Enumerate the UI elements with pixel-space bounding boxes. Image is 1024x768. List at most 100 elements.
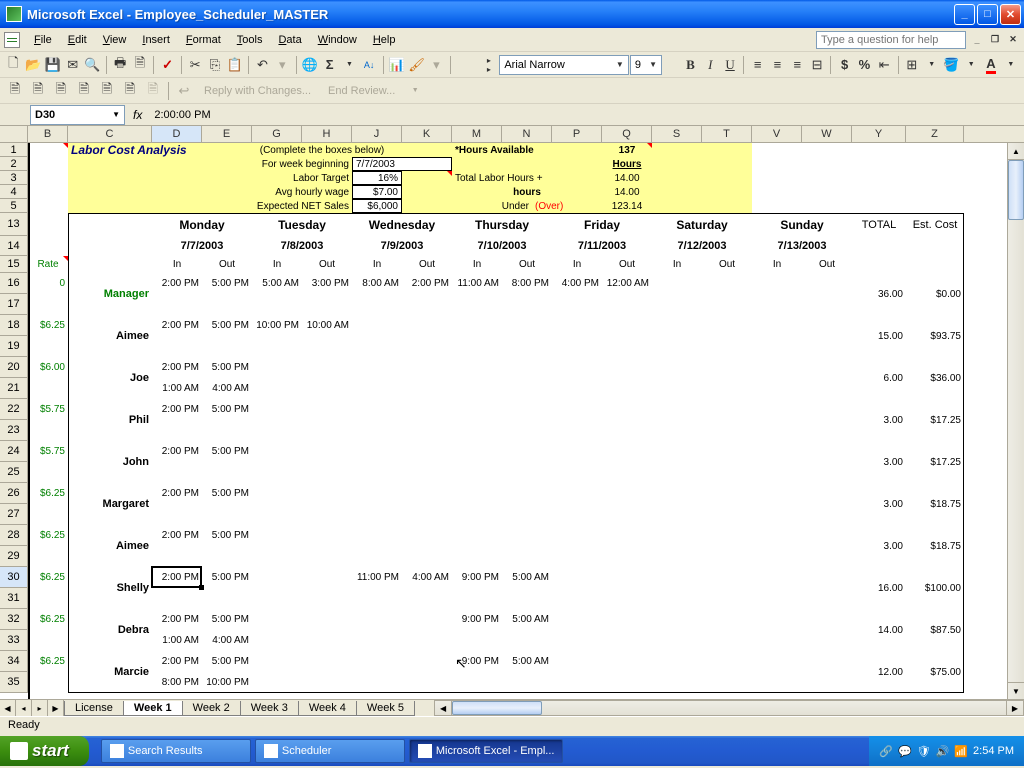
tray-icon[interactable]: 🛡 [917,745,931,758]
scroll-thumb[interactable] [1008,160,1024,220]
day-header[interactable]: Friday [552,213,652,236]
start-button[interactable]: start [0,736,89,766]
clock[interactable]: 2:54 PM [973,745,1014,757]
total-labor-label[interactable]: Total Labor Hours + [452,171,572,185]
total-header[interactable]: TOTAL [852,213,906,236]
rate-cell[interactable]: $6.25 [28,651,68,672]
borders-icon[interactable]: ⊞ [902,54,921,76]
col-header-G[interactable]: G [252,126,302,142]
scroll-up-icon[interactable]: ▲ [1008,143,1024,160]
scroll-down-icon[interactable]: ▼ [1008,682,1024,699]
menu-edit[interactable]: Edit [60,31,95,49]
rate-cell[interactable]: $6.25 [28,483,68,504]
col-header-D[interactable]: D [152,126,202,142]
search-icon[interactable]: 🔍 [83,54,102,76]
tab-next-icon[interactable]: ▸ [32,700,48,716]
col-header-Q[interactable]: Q [602,126,652,142]
in-header[interactable]: In [552,256,602,273]
cost-cell[interactable]: $0.00 [906,273,964,315]
cost-cell[interactable]: $36.00 [906,357,964,399]
cut-icon[interactable]: ✂ [186,54,205,76]
total-labor-value[interactable]: 14.00 [602,171,652,185]
cost-cell[interactable]: $93.75 [906,315,964,357]
help-search-input[interactable] [816,31,966,49]
row-header-5[interactable]: 5 [0,199,28,213]
review-icon-5[interactable]: 🗎 [96,80,118,102]
analysis-label[interactable]: Avg hourly wage [68,185,352,199]
rate-header[interactable]: Rate [28,256,68,273]
employee-name[interactable]: Shelly [68,567,152,609]
menu-view[interactable]: View [95,31,135,49]
analysis-title[interactable]: Labor Cost Analysis [68,143,248,157]
out-header[interactable]: Out [202,256,252,273]
chart-wizard-icon[interactable]: 📊 [387,54,406,76]
rate-cell[interactable]: $6.25 [28,609,68,630]
taskbar-button[interactable]: Microsoft Excel - Empl... [409,739,564,763]
shift-in[interactable]: 4:00 PM [552,273,602,294]
hyperlink-icon[interactable]: 🌐 [300,54,319,76]
borders-dropdown-icon[interactable]: ▼ [922,54,941,76]
shift-in[interactable]: 9:00 PM [452,651,502,672]
rate-cell[interactable]: $6.25 [28,567,68,588]
total-cell[interactable]: 6.00 [852,357,906,399]
underline-icon[interactable]: U [721,54,740,76]
row-header-3[interactable]: 3 [0,171,28,185]
maximize-button[interactable]: □ [977,4,998,25]
bold-icon[interactable]: B [681,54,700,76]
employee-name[interactable]: Aimee [68,315,152,357]
col-header-Y[interactable]: Y [852,126,906,142]
review-icon-2[interactable]: 🗎 [27,80,49,102]
cost-header[interactable]: Est. Cost [906,213,964,236]
shift-out[interactable]: 5:00 PM [202,525,252,546]
shift-in[interactable]: 2:00 PM [152,273,202,294]
day-header[interactable]: Monday [152,213,252,236]
employee-name[interactable]: Margaret [68,483,152,525]
tab-last-icon[interactable]: ▶ [48,700,64,716]
fill-dropdown-icon[interactable]: ▼ [962,54,981,76]
rate-cell[interactable]: $6.25 [28,525,68,546]
shift-out[interactable]: 5:00 AM [502,567,552,588]
analysis-value[interactable]: $6,000 [352,199,402,213]
total-cell[interactable]: 3.00 [852,525,906,567]
shift-in[interactable]: 5:00 AM [252,273,302,294]
scroll-left-icon[interactable]: ◀ [435,701,452,715]
analysis-label[interactable]: Expected NET Sales [68,199,352,213]
shift-out[interactable]: 10:00 AM [302,315,352,336]
tray-icon[interactable]: 🔗 [879,745,893,758]
menu-help[interactable]: Help [365,31,404,49]
sheet-tab-license[interactable]: License [64,701,124,716]
menu-tools[interactable]: Tools [229,31,271,49]
out-header[interactable]: Out [402,256,452,273]
total-cell[interactable]: 3.00 [852,441,906,483]
shift-out[interactable]: 5:00 PM [202,441,252,462]
fill-color-icon[interactable]: 🪣 [942,54,961,76]
font-color-icon[interactable]: A [982,54,1001,76]
sheet-tab-week-3[interactable]: Week 3 [240,701,299,716]
analysis-label[interactable]: Labor Target [68,171,352,185]
spreadsheet-grid[interactable]: BCDEGHJKMNPQSTVWYZ 123451314151617181920… [0,126,1024,716]
tray-icon[interactable]: 💬 [898,745,912,758]
row-header-34[interactable]: 34 [0,651,28,672]
scroll-thumb[interactable] [452,701,542,715]
col-header-M[interactable]: M [452,126,502,142]
font-size-selector[interactable]: 9 ▼ [630,55,662,75]
shift-in[interactable]: 10:00 PM [252,315,302,336]
shift-out[interactable]: 5:00 PM [202,315,252,336]
menu-file[interactable]: File [26,31,60,49]
hours-label[interactable]: Hours [602,157,652,171]
total-cell[interactable]: 12.00 [852,651,906,693]
open-icon[interactable]: 📂 [24,54,43,76]
menu-window[interactable]: Window [310,31,365,49]
row-header-35[interactable]: 35 [0,672,28,693]
col-header-E[interactable]: E [202,126,252,142]
col-header-W[interactable]: W [802,126,852,142]
day-header[interactable]: Saturday [652,213,752,236]
merge-center-icon[interactable]: ⊟ [808,54,827,76]
save-icon[interactable]: 💾 [44,54,63,76]
toolbar-options-icon[interactable]: ▸▸ [480,54,499,76]
currency-icon[interactable]: $ [835,54,854,76]
row-header-33[interactable]: 33 [0,630,28,651]
shift-out[interactable]: 5:00 AM [502,609,552,630]
day-date[interactable]: 7/8/2003 [252,236,352,256]
formula-input[interactable]: 2:00:00 PM [150,109,1024,121]
